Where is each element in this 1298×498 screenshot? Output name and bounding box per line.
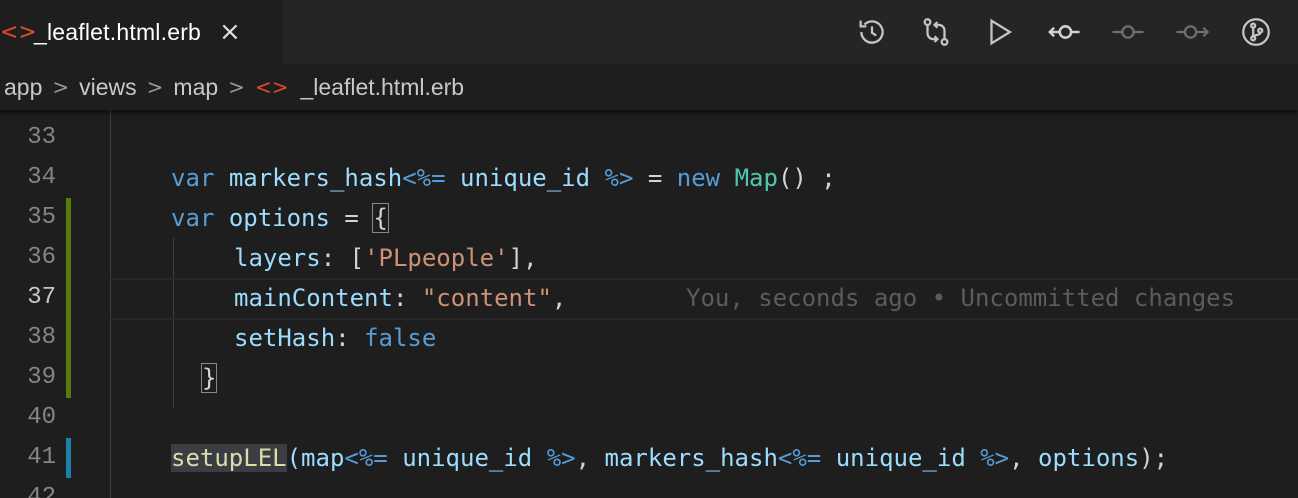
chevron-right-icon: > [52,75,70,99]
line-number: 41 [27,444,56,471]
tab-bar: <> _leaflet.html.erb × [0,0,1298,64]
breadcrumb: app > views > map > <> _leaflet.html.erb [0,64,1298,110]
compare-changes-icon[interactable] [916,12,956,52]
code-line-35: 35 var options = { [0,198,1298,238]
code-line-36: 36 layers: ['PLpeople'], [0,238,1298,278]
code-line-41: 41 setupLEL(map<%= unique_id %>, markers… [0,438,1298,478]
previous-change-icon[interactable] [1108,12,1148,52]
code-line-34: 34 var markers_hash<%= unique_id %> = ne… [0,158,1298,198]
code-line-33: 33 [0,118,1298,158]
git-modified-indicator[interactable] [66,358,71,398]
run-icon[interactable] [980,12,1020,52]
code-text: var markers_hash<%= unique_id %> = new M… [171,164,836,192]
next-change-icon[interactable] [1172,12,1212,52]
code-line-40: 40 [0,398,1298,438]
tab-leaflet-html-erb[interactable]: <> _leaflet.html.erb × [0,0,283,64]
git-modified-indicator[interactable] [66,238,71,278]
code-line-42: 42 [0,478,1298,498]
breadcrumb-item-file[interactable]: _leaflet.html.erb [300,74,464,101]
code-line-37: 37 mainContent: "content", You, seconds … [0,278,1298,320]
line-number: 34 [27,164,56,191]
code-text: layers: ['PLpeople'], [234,244,538,272]
html-file-icon: <> [254,75,289,99]
line-number: 35 [27,204,56,231]
code-line-38: 38 setHash: false [0,318,1298,358]
line-number: 37 [27,284,56,311]
code-text: } [200,363,218,393]
tab-label: _leaflet.html.erb [34,18,202,45]
line-number: 38 [27,324,56,351]
code-text: var options = { [171,203,389,233]
git-branch-icon[interactable] [1236,12,1276,52]
git-modified-indicator[interactable] [66,198,71,238]
git-commit-icon[interactable] [1044,12,1084,52]
code-text: mainContent: "content", [234,284,567,312]
line-number: 36 [27,244,56,271]
code-text: setupLEL(map<%= unique_id %>, markers_ha… [171,444,1169,472]
code-line-39: 39 } [0,358,1298,398]
breadcrumb-item-map[interactable]: map [173,74,218,101]
line-number: 39 [27,364,56,391]
close-icon[interactable]: × [219,17,241,47]
editor-actions [828,10,1276,54]
git-modified-indicator[interactable] [66,278,71,318]
breadcrumb-item-views[interactable]: views [79,74,137,101]
git-modified-indicator[interactable] [66,318,71,358]
line-number: 42 [27,484,56,498]
code-editor[interactable]: 33 34 var markers_hash<%= unique_id %> =… [0,110,1298,498]
chevron-right-icon: > [228,75,245,99]
git-changed-indicator[interactable] [66,438,71,478]
git-blame-annotation: You, seconds ago • Uncommitted changes [686,284,1236,312]
history-icon[interactable] [852,12,892,52]
chevron-right-icon: > [146,75,164,99]
code-text: setHash: false [234,324,437,352]
html-file-icon: <> [0,19,37,45]
line-number: 33 [27,124,56,151]
line-number: 40 [27,404,56,431]
breadcrumb-item-app[interactable]: app [4,74,42,101]
